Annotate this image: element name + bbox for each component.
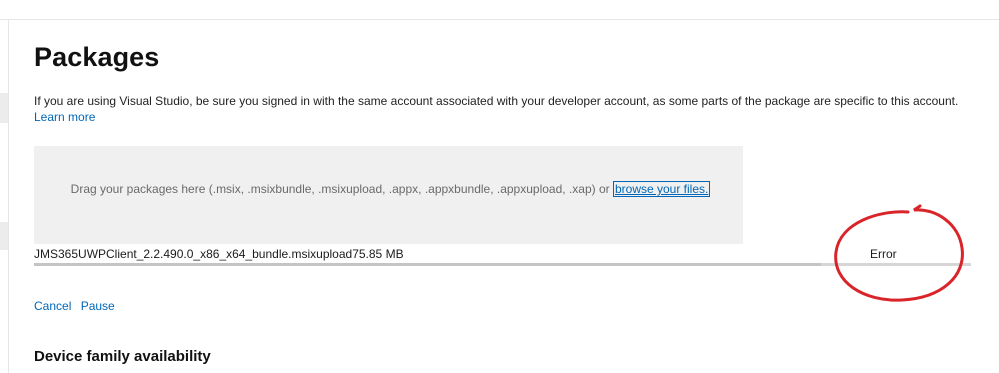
left-nav-edge (8, 20, 9, 373)
packages-page: Packages If you are using Visual Studio,… (0, 0, 999, 373)
uploaded-file-row: JMS365UWPClient_2.2.490.0_x86_x64_bundle… (34, 247, 404, 261)
red-annotation-circle (834, 204, 964, 302)
dropzone-instructions: Drag your packages here (.msix, .msixbun… (58, 180, 723, 199)
upload-status: Error (870, 247, 897, 261)
left-nav-item-marker[interactable] (0, 93, 8, 123)
pause-button[interactable]: Pause (81, 299, 115, 313)
top-divider (0, 19, 999, 20)
device-family-heading: Device family availability (34, 348, 211, 365)
upload-progress-fill (34, 263, 822, 266)
learn-more-link[interactable]: Learn more (34, 110, 95, 124)
file-name: JMS365UWPClient_2.2.490.0_x86_x64_bundle… (34, 247, 353, 261)
upload-progress-bar (34, 263, 971, 266)
page-title: Packages (34, 42, 160, 72)
intro-text: If you are using Visual Studio, be sure … (34, 94, 959, 108)
cancel-button[interactable]: Cancel (34, 299, 71, 313)
upload-actions: Cancel Pause (34, 299, 121, 313)
package-dropzone[interactable]: Drag your packages here (.msix, .msixbun… (34, 146, 743, 244)
file-size: 75.85 MB (352, 247, 404, 261)
left-nav-item-marker[interactable] (0, 222, 8, 250)
browse-files-link[interactable]: browse your files. (612, 181, 711, 197)
dropzone-text: Drag your packages here (.msix, .msixbun… (70, 182, 610, 196)
